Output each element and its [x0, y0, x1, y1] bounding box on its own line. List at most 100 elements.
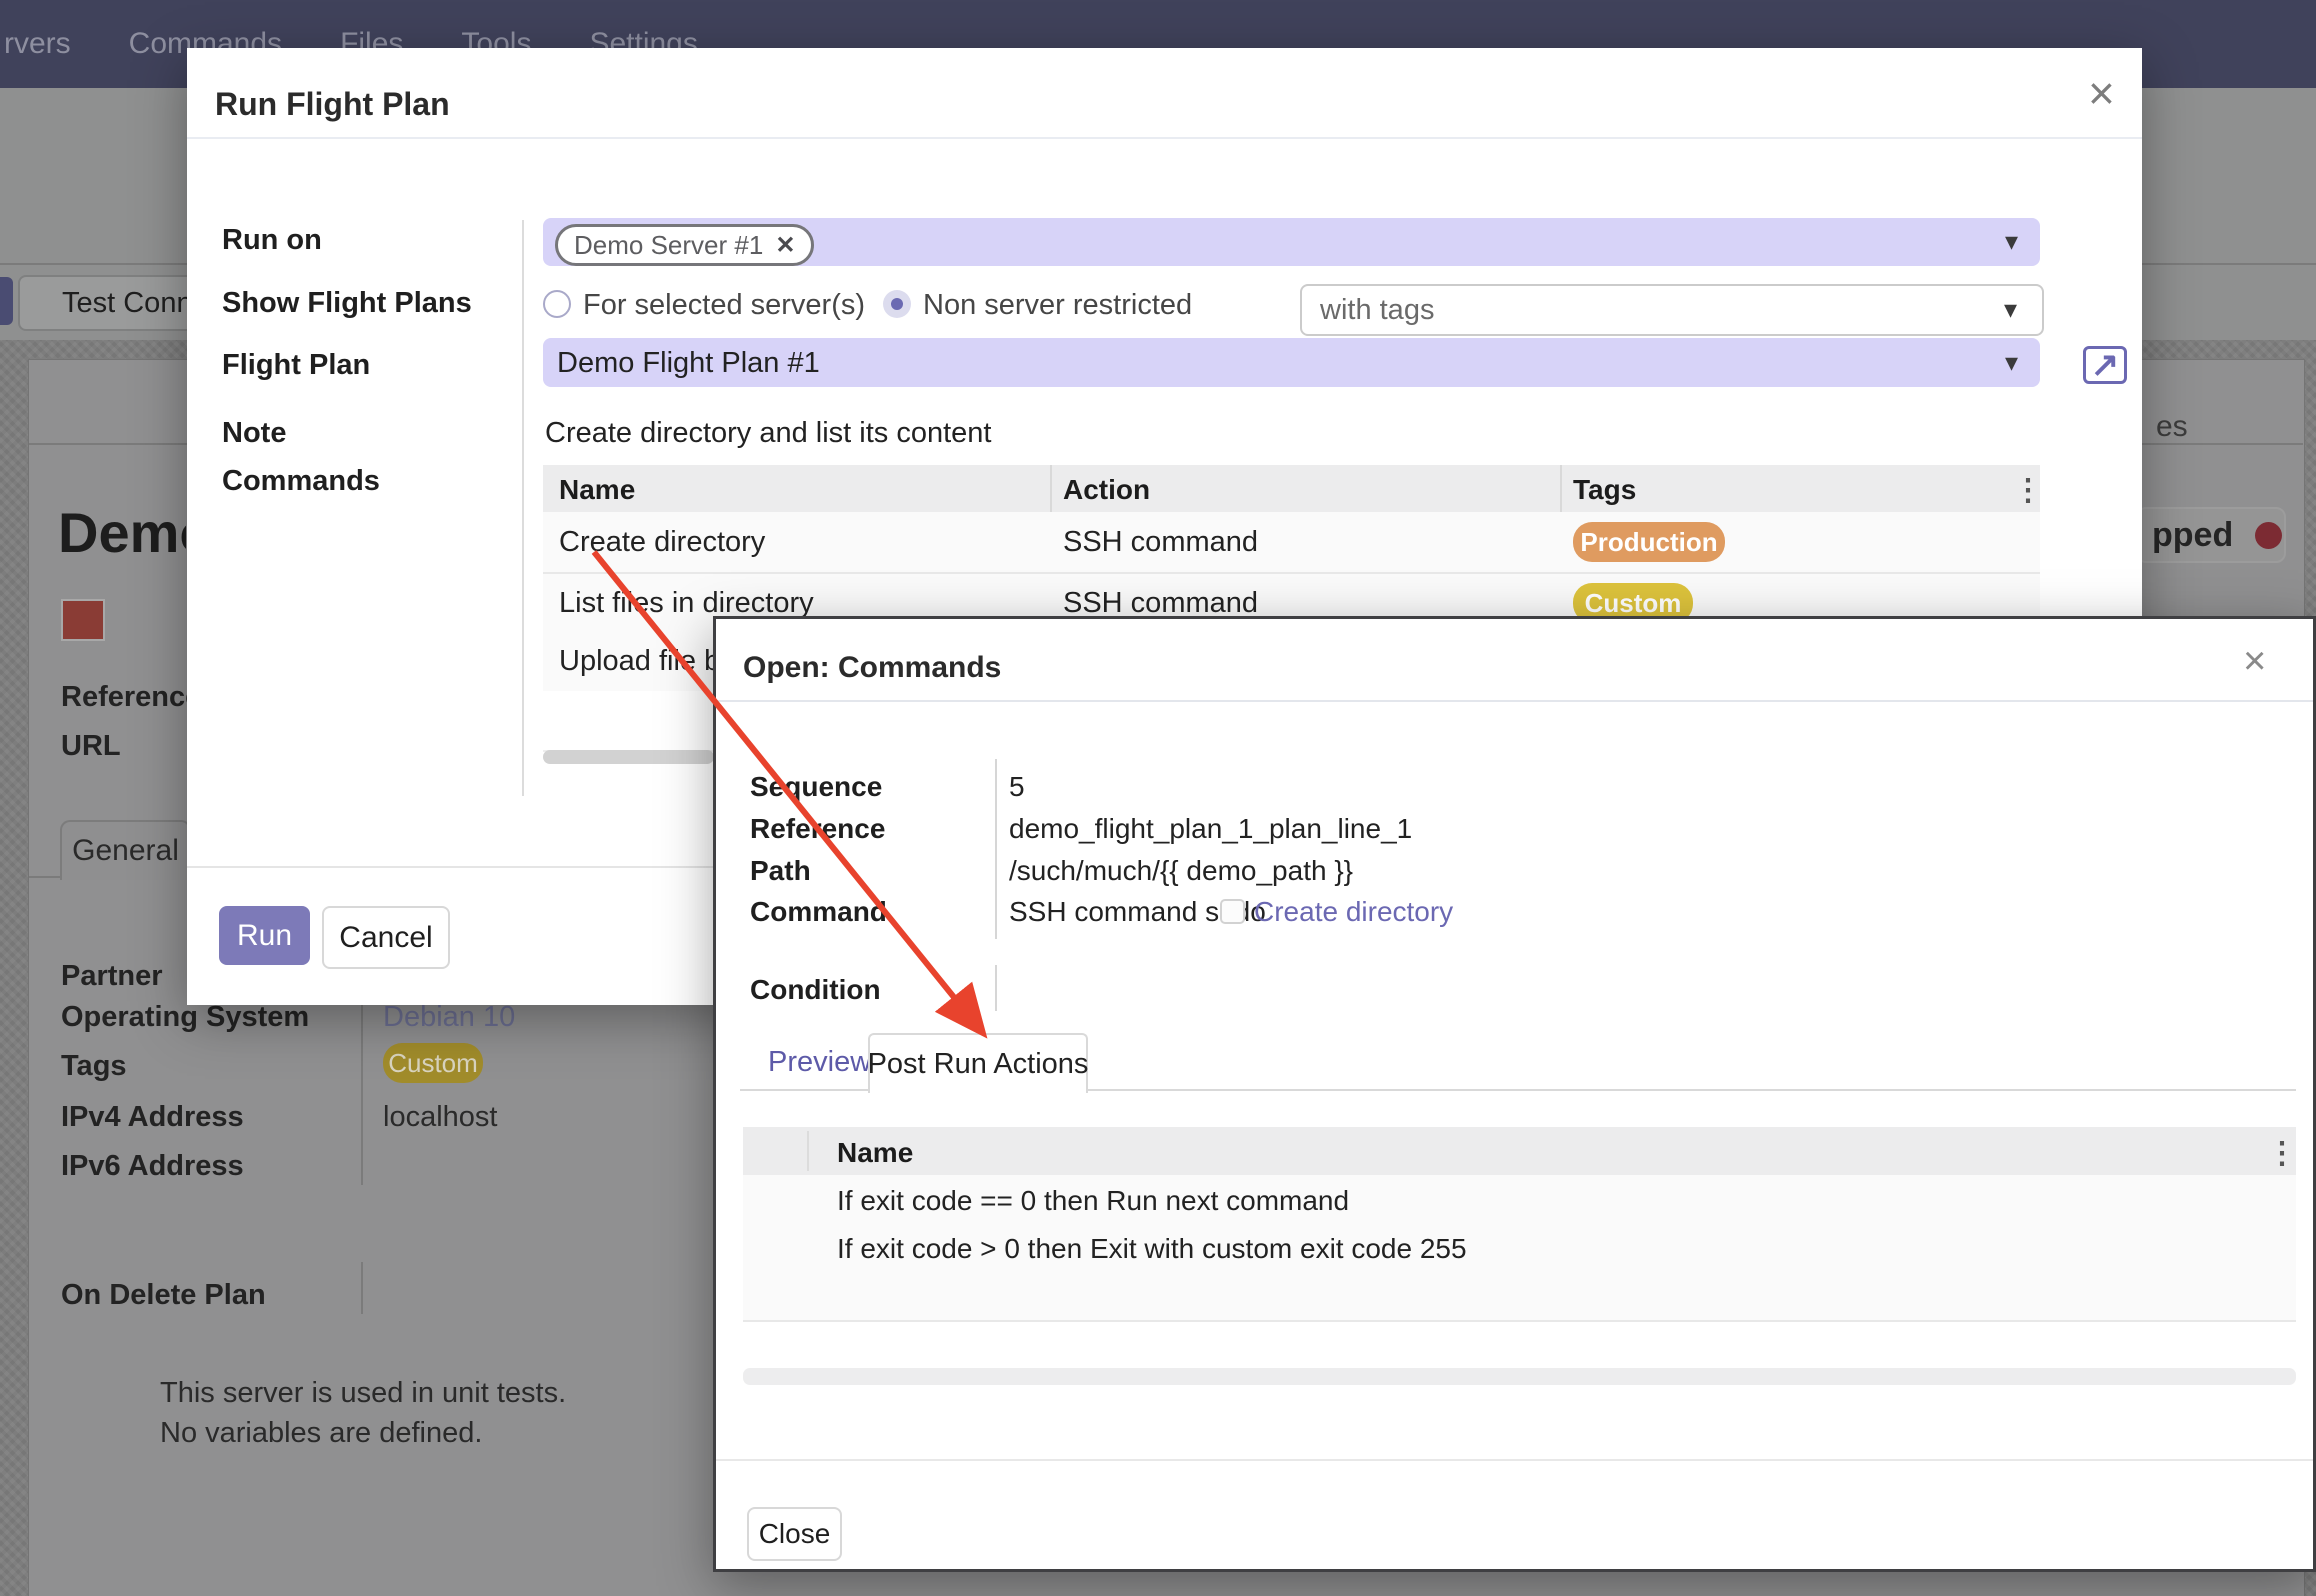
nav-item-servers[interactable]: rvers — [4, 27, 71, 61]
post-action-row[interactable]: If exit code > 0 then Exit with custom e… — [743, 1223, 2296, 1273]
run-on-label: Run on — [222, 224, 322, 257]
table-options-icon[interactable]: ⋮ — [2013, 473, 2043, 508]
tab-post-run-actions-label: Post Run Actions — [868, 1048, 1089, 1081]
path-value: /such/much/{{ demo_path }} — [1009, 855, 1353, 887]
external-link-icon[interactable]: ↗ — [2083, 346, 2127, 384]
create-directory-link[interactable]: Create directory — [1254, 896, 1453, 928]
server-title: Demo — [58, 500, 186, 565]
show-flight-plans-label: Show Flight Plans — [222, 287, 472, 320]
flight-plan-value: Demo Flight Plan #1 — [557, 347, 820, 380]
server-chip-label: Demo Server #1 — [574, 230, 763, 261]
row-name: Upload file by — [559, 645, 735, 678]
server-color-swatch[interactable] — [61, 599, 105, 641]
create-directory-checkbox[interactable] — [1220, 899, 1245, 924]
row-name: Create directory — [559, 526, 765, 559]
commands-modal-close-icon[interactable]: × — [2243, 641, 2266, 681]
row-action: SSH command — [1063, 526, 1258, 559]
ipv6-label: IPv6 Address — [61, 1150, 244, 1183]
post-col-name[interactable]: Name — [837, 1137, 913, 1169]
col-action[interactable]: Action — [1063, 474, 1150, 506]
radio-non-server-restricted-label[interactable]: Non server restricted — [923, 289, 1192, 322]
post-scrollbar-thumb[interactable] — [743, 1368, 2296, 1385]
caret-down-icon[interactable]: ▾ — [2004, 294, 2017, 325]
notebook-divider — [29, 876, 60, 878]
post-table-empty-row — [743, 1271, 2296, 1322]
reference-field-label: Reference — [750, 813, 885, 845]
condition-label-divider — [995, 965, 997, 1011]
col-name[interactable]: Name — [559, 474, 635, 506]
command-label: Command — [750, 896, 887, 928]
horizontal-scrollbar-thumb[interactable] — [543, 750, 714, 764]
close-button[interactable]: Close — [747, 1507, 842, 1561]
run-on-select[interactable]: Demo Server #1 ✕ ▾ — [543, 218, 2040, 266]
server-tag-badge: Custom — [383, 1043, 483, 1083]
flight-plan-label: Flight Plan — [222, 349, 370, 382]
note-value: Create directory and list its content — [545, 417, 991, 450]
commands-table-header: Name Action Tags ⋮ — [543, 465, 2040, 514]
path-label: Path — [750, 855, 811, 887]
tab-general[interactable]: General — [60, 820, 191, 880]
open-commands-modal: Open: Commands × Sequence Reference Path… — [713, 616, 2316, 1572]
field-separator-2 — [361, 1262, 363, 1314]
commands-label-divider — [995, 759, 997, 939]
os-value[interactable]: Debian 10 — [383, 1001, 515, 1034]
caret-down-icon[interactable]: ▾ — [2005, 226, 2018, 257]
commands-label: Commands — [222, 465, 380, 498]
col-divider — [1560, 465, 1562, 512]
ipv4-value: localhost — [383, 1101, 497, 1134]
commands-modal-footer-divider — [716, 1459, 2313, 1461]
sequence-label: Sequence — [750, 771, 882, 803]
reference-label: Reference — [61, 681, 201, 714]
caret-down-icon[interactable]: ▾ — [2005, 347, 2018, 378]
post-action-label: If exit code > 0 then Exit with custom e… — [837, 1233, 1467, 1265]
radio-non-server-restricted[interactable] — [883, 290, 911, 318]
col-divider — [1050, 465, 1052, 512]
run-button-label: Run — [237, 919, 292, 953]
tab-preview[interactable]: Preview — [768, 1046, 871, 1079]
on-delete-plan-label: On Delete Plan — [61, 1279, 266, 1312]
post-action-label: If exit code == 0 then Run next command — [837, 1185, 1349, 1217]
label-column-divider — [522, 220, 524, 796]
server-chip[interactable]: Demo Server #1 ✕ — [555, 224, 814, 266]
server-tag-label: Custom — [388, 1048, 478, 1079]
cancel-button-label: Cancel — [339, 921, 432, 955]
row-tag-label: Production — [1580, 527, 1717, 558]
unit-test-note: This server is used in unit tests. — [160, 1377, 566, 1410]
tags-filter-select[interactable]: with tags ▾ — [1300, 284, 2044, 336]
run-button[interactable]: Run — [219, 906, 310, 965]
status-stopped-dot — [2255, 522, 2282, 549]
post-table-options-icon[interactable]: ⋮ — [2267, 1136, 2297, 1171]
tags-filter-value: with tags — [1320, 294, 1434, 327]
radio-for-selected-servers[interactable] — [543, 290, 571, 318]
tab-post-run-actions[interactable]: Post Run Actions — [868, 1033, 1088, 1093]
status-label: pped — [2152, 516, 2233, 555]
run-modal-close-icon[interactable]: × — [2088, 70, 2115, 116]
commands-modal-title: Open: Commands — [743, 651, 1001, 685]
row-tag-badge: Production — [1573, 522, 1725, 562]
url-label: URL — [61, 730, 121, 763]
cancel-button[interactable]: Cancel — [322, 906, 450, 969]
note-label: Note — [222, 417, 286, 450]
reference-value: demo_flight_plan_1_plan_line_1 — [1009, 813, 1412, 845]
col-divider — [807, 1131, 809, 1171]
server-status-badge[interactable]: pped — [2136, 507, 2286, 563]
flight-plan-select[interactable]: Demo Flight Plan #1 ▾ — [543, 338, 2040, 387]
smart-button-fragment[interactable]: es — [2156, 410, 2188, 444]
table-row[interactable]: Create directory SSH command Production — [543, 512, 2040, 574]
run-modal-title: Run Flight Plan — [215, 86, 450, 123]
close-button-label: Close — [759, 1518, 831, 1550]
radio-for-selected-servers-label[interactable]: For selected server(s) — [583, 289, 865, 322]
variables-note: No variables are defined. — [160, 1417, 482, 1450]
tab-general-label: General — [72, 834, 179, 868]
post-action-row[interactable]: If exit code == 0 then Run next command — [743, 1175, 2296, 1225]
ipv4-label: IPv4 Address — [61, 1101, 244, 1134]
post-actions-table-header: Name ⋮ — [743, 1127, 2296, 1177]
run-modal-header-divider — [187, 137, 2142, 139]
col-tags[interactable]: Tags — [1573, 474, 1636, 506]
field-separator — [361, 995, 363, 1185]
row-tag-label: Custom — [1585, 588, 1682, 619]
primary-button-fragment[interactable] — [0, 277, 13, 325]
chip-remove-icon[interactable]: ✕ — [775, 231, 795, 260]
screen: rvers Commands Files Tools Settings Test… — [0, 0, 2316, 1596]
partner-label: Partner — [61, 960, 163, 993]
